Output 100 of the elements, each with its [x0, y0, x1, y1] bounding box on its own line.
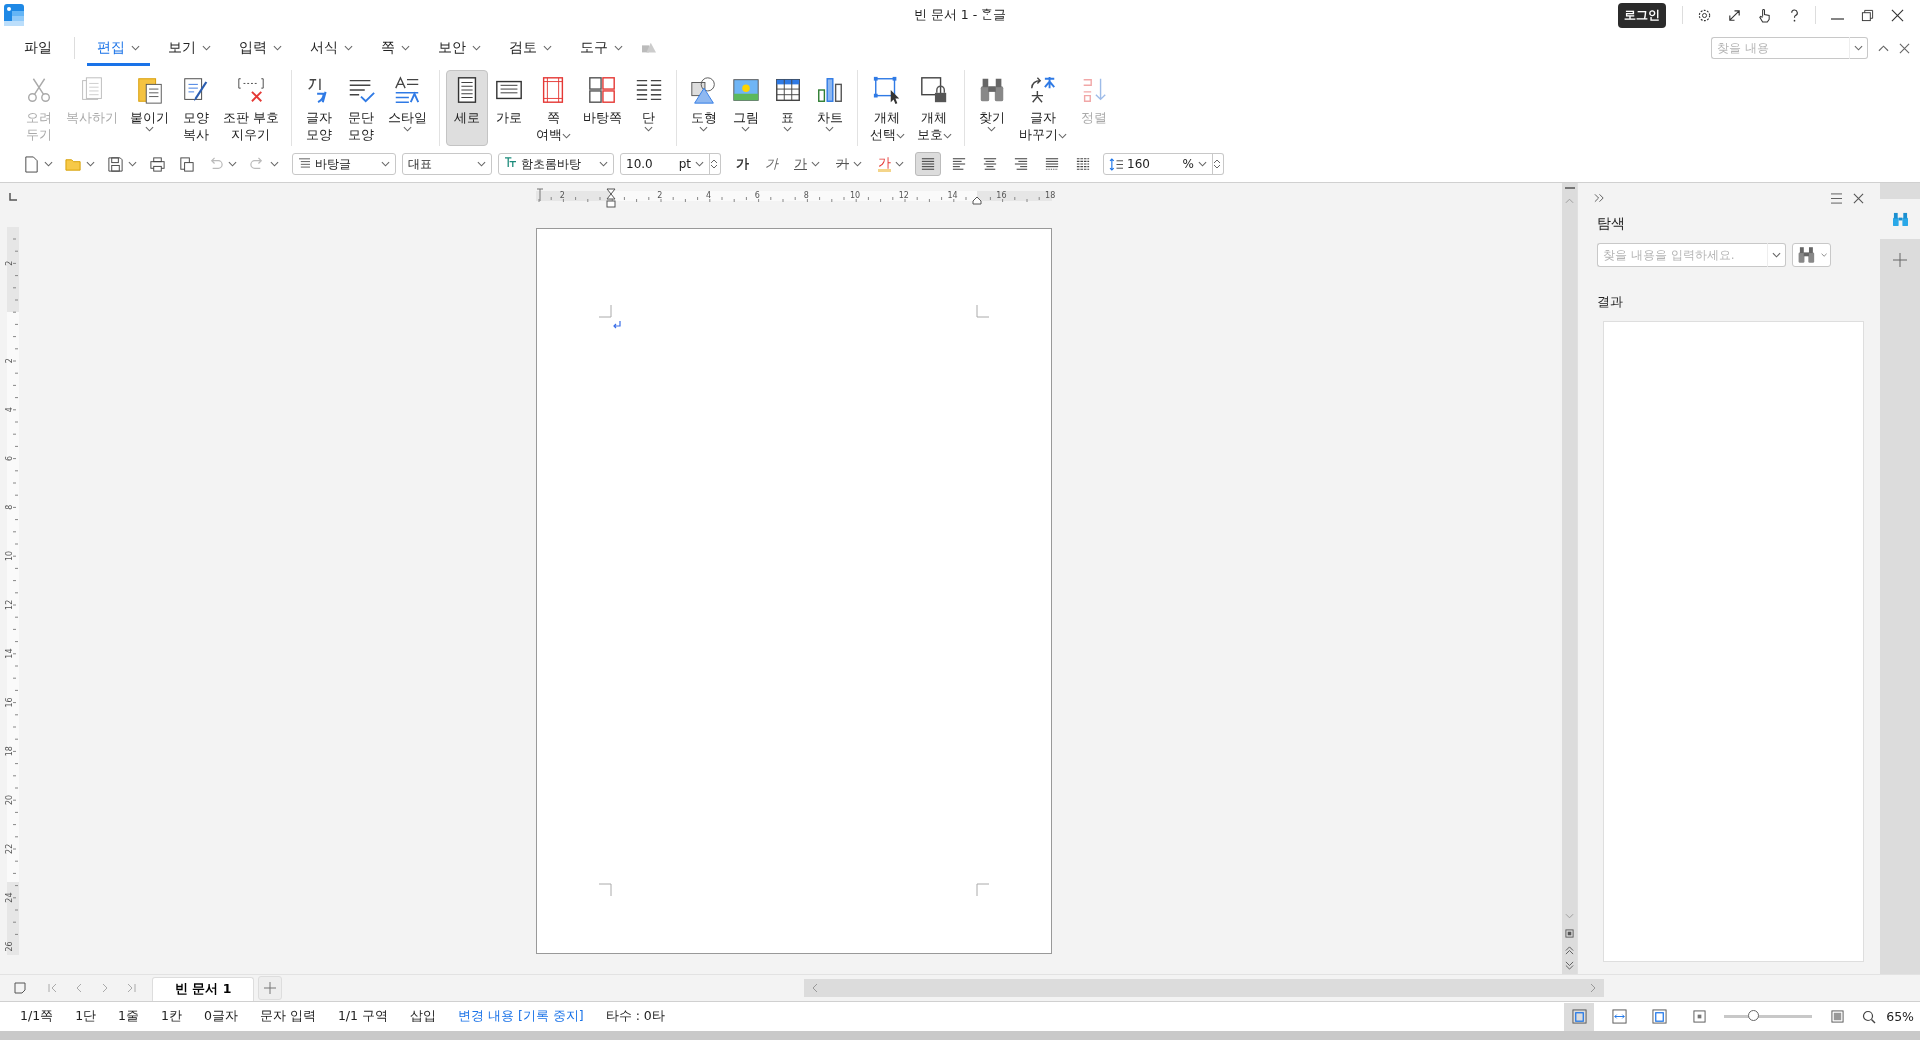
format-button[interactable]: 가: [831, 152, 867, 176]
page-view-icon: [1571, 1009, 1587, 1024]
next-tab-icon[interactable]: [100, 983, 110, 993]
format-button[interactable]: 가: [760, 152, 783, 176]
track-changes-link[interactable]: 변경 내용 [기록 중지]: [458, 1008, 584, 1025]
status-text: 0글자: [204, 1008, 238, 1025]
dropdown-button[interactable]: [1849, 37, 1868, 59]
ribbon-button[interactable]: 그림: [725, 70, 767, 146]
align-justify-icon: [920, 157, 936, 171]
document-icon[interactable]: [14, 982, 26, 994]
view-button[interactable]: [1564, 1002, 1595, 1031]
split-handle-icon[interactable]: [1563, 186, 1576, 192]
ribbon-button[interactable]: 세로: [446, 70, 488, 146]
diagonal-arrows-icon: [1726, 7, 1742, 23]
indent-marker-icon[interactable]: [606, 188, 615, 208]
add-icon[interactable]: [1893, 253, 1907, 267]
lines-icon: [298, 156, 311, 168]
width-view-icon: [1611, 1009, 1627, 1024]
collapse-panel-icon[interactable]: [1594, 193, 1605, 203]
search-field[interactable]: 찾을 내용을 입력하세요.: [1597, 243, 1767, 267]
spinner[interactable]: [708, 153, 721, 175]
spinner[interactable]: [1211, 153, 1224, 175]
menu-tab[interactable]: 파일: [14, 37, 75, 59]
menu-tab[interactable]: 편집: [87, 30, 150, 66]
ribbon-button[interactable]: 모양 복사: [175, 70, 217, 146]
menu-tab[interactable]: 도구: [570, 30, 633, 66]
replace-arrow-icon: [1028, 75, 1058, 105]
dropdown-button[interactable]: [1767, 243, 1786, 267]
status-text: 문자 입력: [259, 1008, 316, 1025]
status-text: 타수 : 0타: [605, 1008, 665, 1025]
format-button[interactable]: 가: [789, 152, 825, 176]
scroll-right-icon[interactable]: [1590, 983, 1596, 993]
menu-tab[interactable]: 검토: [499, 30, 562, 66]
ribbon-button[interactable]: 단: [628, 70, 670, 146]
ribbon-button[interactable]: 문단 모양: [340, 70, 382, 146]
margin-corner-icon: [975, 883, 989, 896]
ribbon-button[interactable]: 차트: [809, 70, 851, 146]
close-icon[interactable]: [1899, 42, 1910, 54]
ribbon-button[interactable]: 개체 보호: [911, 70, 958, 146]
align-center-icon: [982, 157, 998, 171]
right-indent-marker-icon[interactable]: [972, 196, 981, 205]
format-button[interactable]: 가: [731, 152, 754, 176]
ruler-corner-icon[interactable]: [8, 193, 17, 201]
find-button[interactable]: [1792, 243, 1831, 267]
ruler-number: 24: [4, 892, 14, 903]
scroll-left-icon[interactable]: [812, 983, 818, 993]
ruler-number: 26: [4, 941, 14, 952]
menu-tab[interactable]: 입력: [229, 30, 292, 66]
ribbon-button[interactable]: 도형: [683, 70, 725, 146]
font-size-field[interactable]: 10.0 pt: [620, 153, 710, 175]
font-icon: [504, 156, 517, 168]
ribbon-button[interactable]: 가로: [488, 70, 530, 146]
first-tab-icon[interactable]: [48, 983, 58, 993]
align-left-icon: [951, 157, 967, 171]
settings-icon: [1696, 7, 1712, 23]
menu-tab[interactable]: 쪽: [371, 30, 420, 66]
ribbon-button[interactable]: 글자 바꾸기: [1013, 70, 1073, 146]
slider-thumb[interactable]: [1748, 1010, 1760, 1021]
align-divide-icon: [1075, 157, 1091, 171]
find-field[interactable]: 찾을 내용: [1711, 37, 1849, 59]
menu-icon[interactable]: [1830, 192, 1843, 204]
status-text: 1/1 구역: [337, 1008, 388, 1025]
next-page-icon[interactable]: [1565, 961, 1574, 970]
chevron-up-icon[interactable]: [1878, 44, 1889, 52]
style-dropdown[interactable]: 바탕글: [292, 153, 396, 175]
ruler-number: 20: [4, 794, 14, 806]
whole-view-icon: [1651, 1009, 1667, 1024]
format-button[interactable]: 가: [873, 152, 909, 176]
status-text: 1단: [75, 1008, 97, 1025]
font-dropdown[interactable]: 함초롬바탕: [498, 153, 614, 175]
document-tab[interactable]: 빈 문서 1: [152, 977, 255, 1001]
ribbon-button[interactable]: 찾기: [971, 70, 1013, 146]
menu-tab[interactable]: 보안: [428, 30, 491, 66]
zoom-icon[interactable]: [1862, 1009, 1877, 1024]
binoculars-icon[interactable]: [1891, 211, 1909, 227]
page-icon[interactable]: [1565, 929, 1574, 938]
ruler-number: 8: [803, 191, 809, 200]
ribbon-button[interactable]: 쪽 여백: [530, 70, 577, 146]
ribbon-button[interactable]: 글자 모양: [298, 70, 340, 146]
menu-tab[interactable]: 서식: [300, 30, 363, 66]
line-spacing-field[interactable]: 160 %: [1103, 153, 1213, 175]
align-button[interactable]: [915, 152, 941, 176]
ribbon-button[interactable]: 개체 선택: [864, 70, 911, 146]
tab-marker-icon[interactable]: [536, 188, 543, 202]
ribbon-button[interactable]: 표: [767, 70, 809, 146]
login-button[interactable]: 로그인: [1618, 2, 1666, 28]
ribbon-button[interactable]: 바탕쪽: [577, 70, 628, 146]
close-icon[interactable]: [1853, 192, 1864, 204]
status-text: 1칸: [161, 1008, 182, 1025]
language-dropdown[interactable]: 대표: [402, 153, 492, 175]
ribbon-button[interactable]: 스타일: [382, 70, 433, 146]
ribbon-button[interactable]: 조판 부호 지우기: [217, 70, 285, 146]
horizontal-scrollbar[interactable]: [804, 979, 1604, 997]
previous-page-icon[interactable]: [1565, 946, 1574, 955]
ruler-number: 18: [1044, 191, 1055, 200]
previous-tab-icon[interactable]: [74, 983, 84, 993]
ruler-number: 22: [4, 843, 14, 854]
ribbon-button[interactable]: 붙이기: [124, 70, 175, 146]
menu-tab[interactable]: 보기: [158, 30, 221, 66]
last-tab-icon[interactable]: [126, 983, 136, 993]
